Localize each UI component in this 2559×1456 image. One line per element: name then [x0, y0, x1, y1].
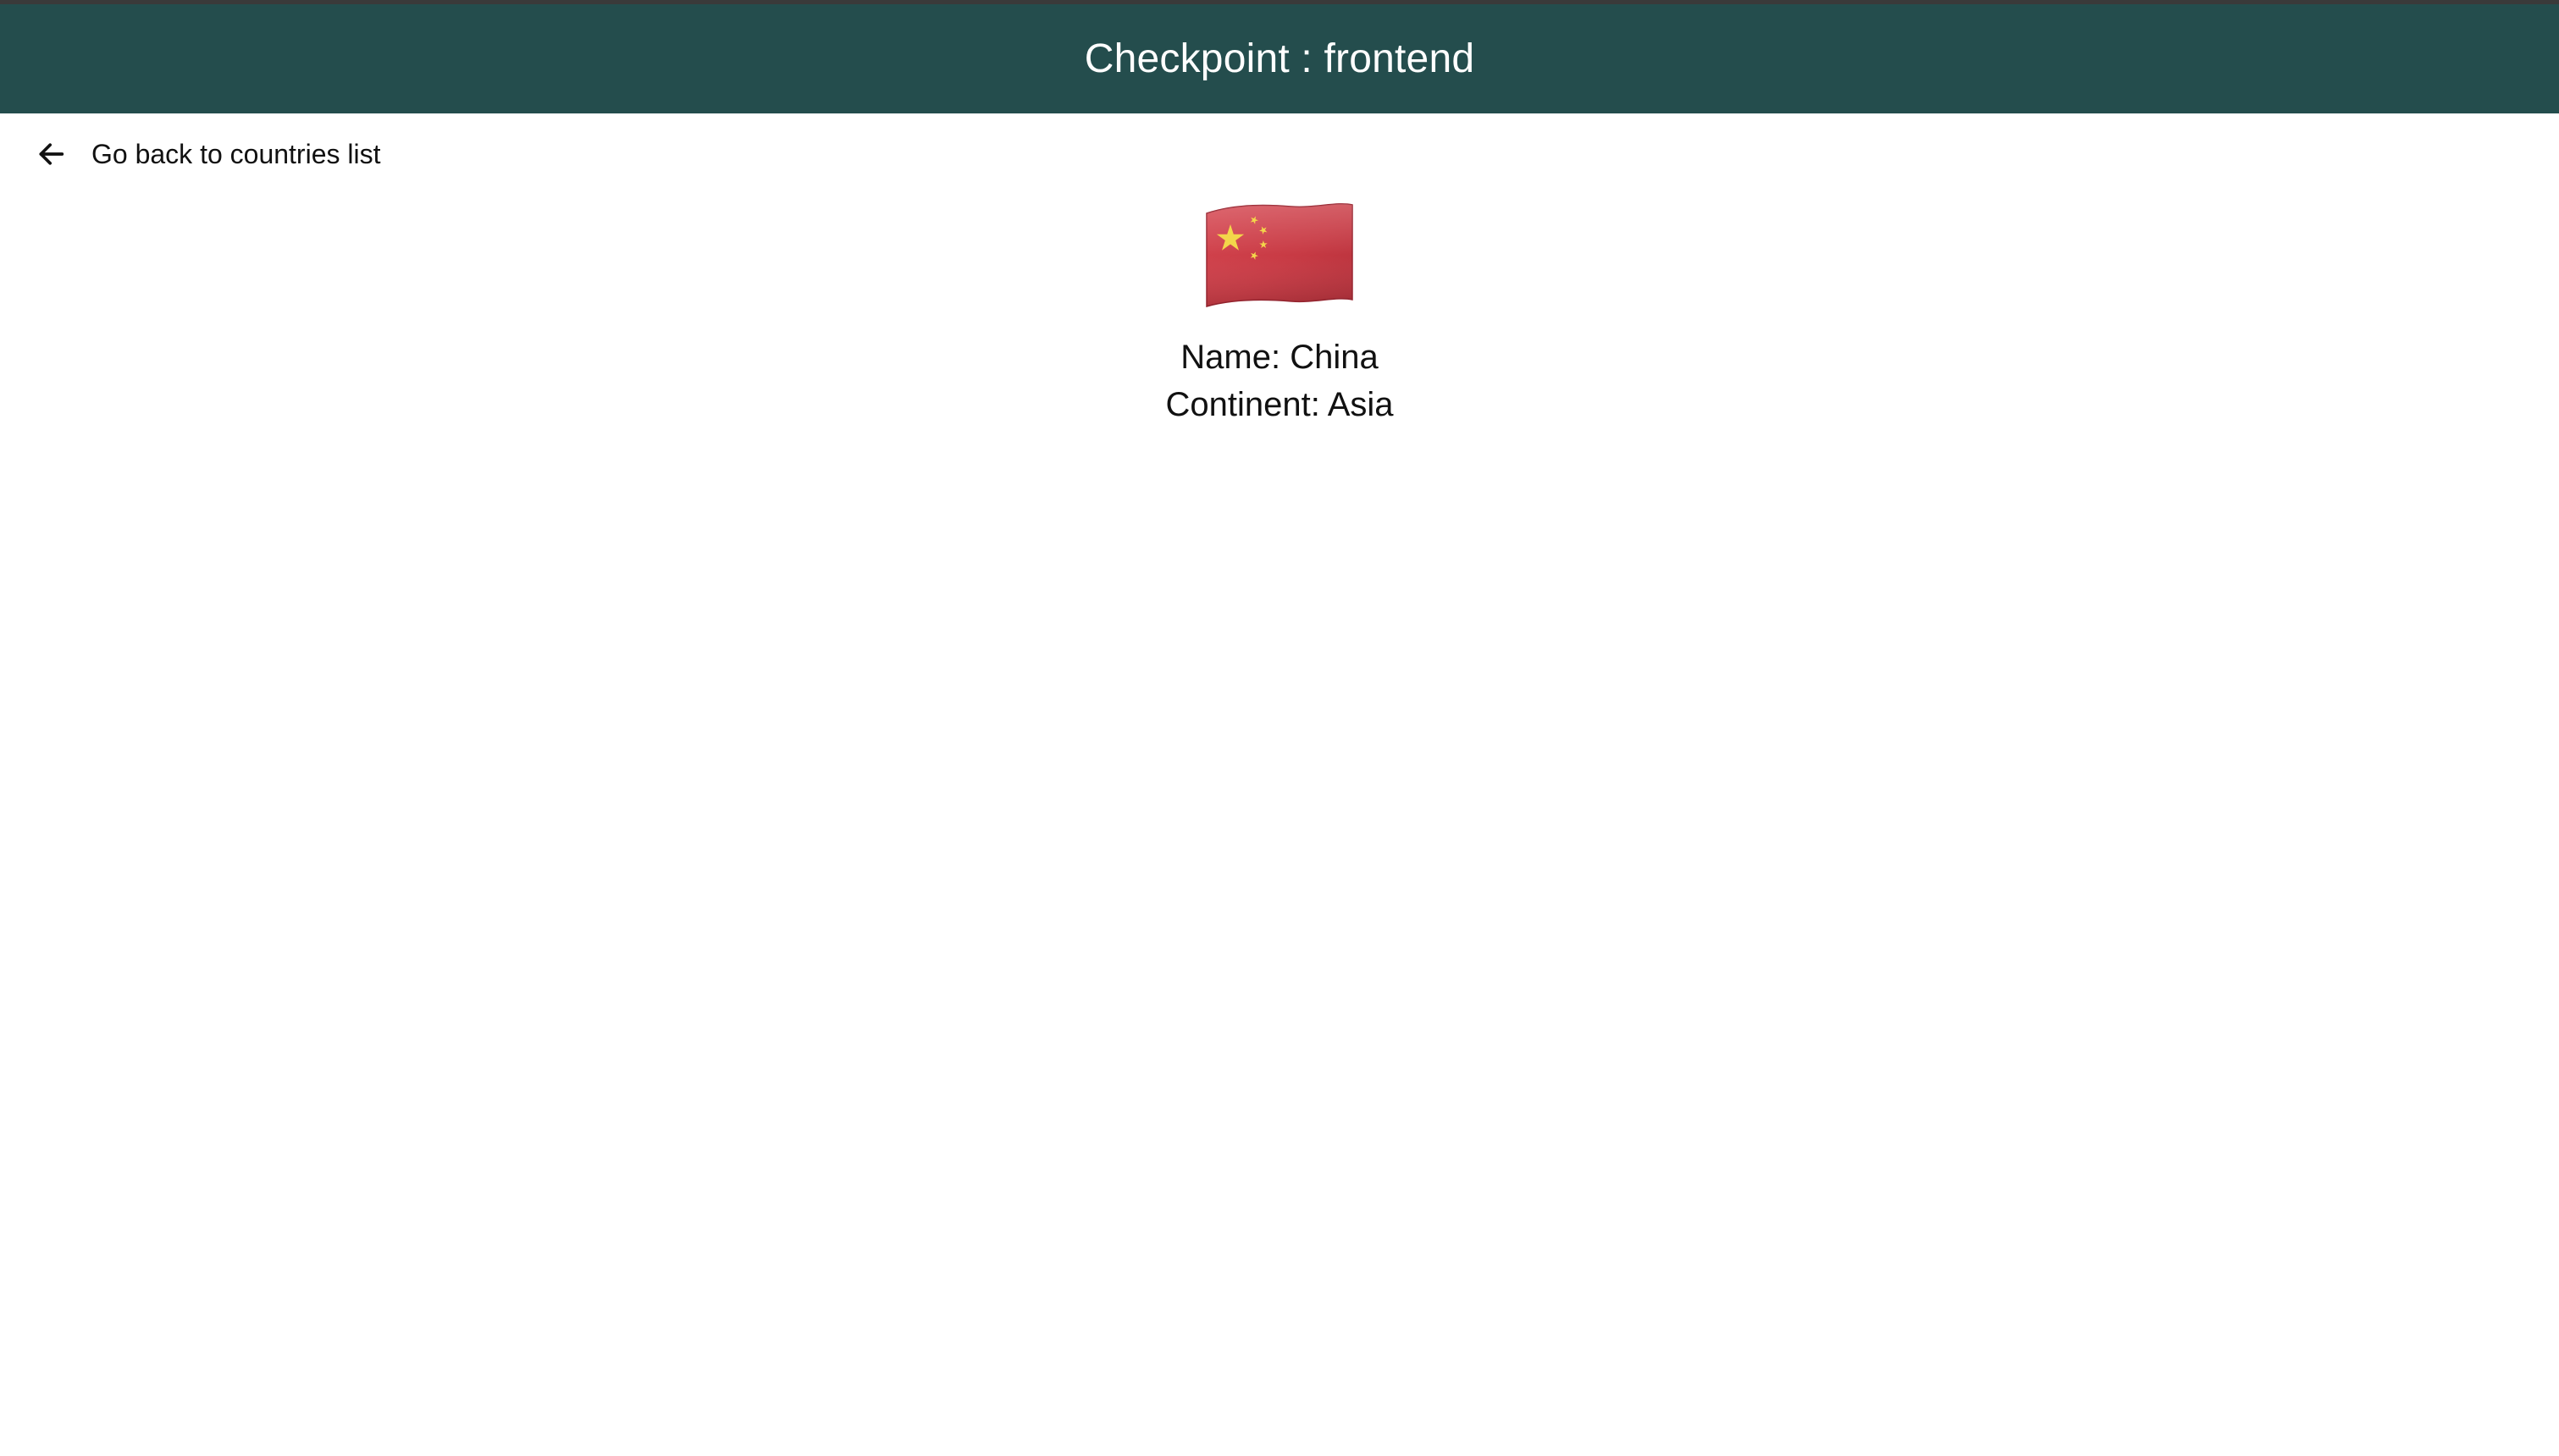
app-header: Checkpoint : frontend	[0, 4, 2559, 113]
country-details: Name: China Continent: Asia	[0, 196, 2559, 428]
country-continent: Continent: Asia	[1165, 386, 1394, 423]
country-name: Name: China	[1180, 339, 1379, 376]
page-title: Checkpoint : frontend	[1084, 36, 1475, 81]
back-link-label: Go back to countries list	[91, 138, 381, 169]
china-flag-icon	[1206, 203, 1353, 307]
arrow-left-icon	[32, 135, 69, 173]
back-to-countries-link[interactable]: Go back to countries list	[32, 130, 380, 178]
